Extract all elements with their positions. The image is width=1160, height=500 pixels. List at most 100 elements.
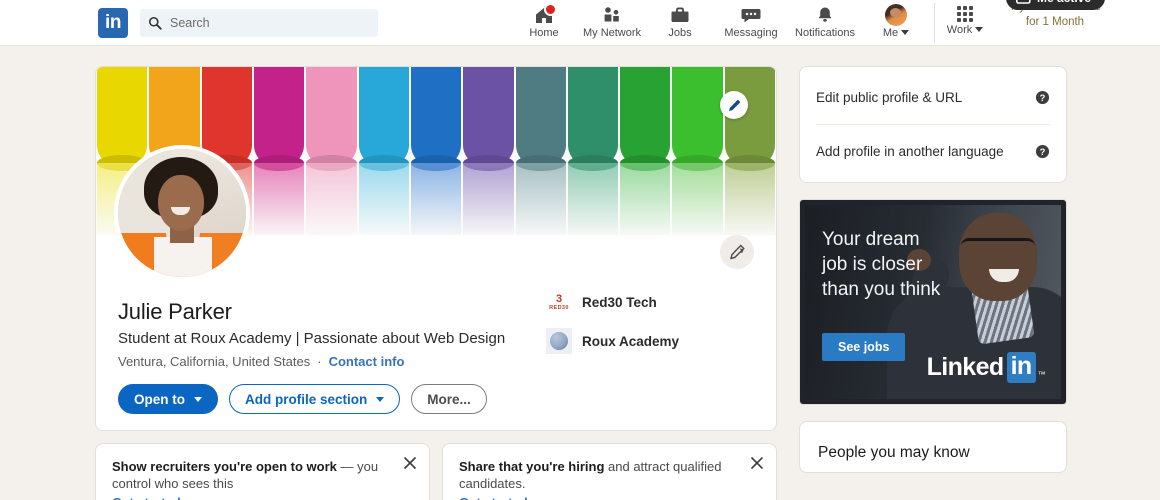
home-icon-box xyxy=(510,3,578,26)
chalk-streak-10 xyxy=(620,163,671,239)
network-icon-box xyxy=(578,4,646,26)
active-status-pill: Me active xyxy=(1005,0,1105,10)
chalk-stick-3 xyxy=(253,67,305,167)
get-started-link[interactable]: Get started xyxy=(112,495,181,500)
promo-cards-row: Show recruiters you're open to work — yo… xyxy=(95,443,777,500)
chalk-stick-6 xyxy=(410,67,462,167)
chalk-streak-8 xyxy=(515,163,566,239)
get-started-link[interactable]: Get started xyxy=(459,495,528,500)
pencil-icon xyxy=(728,99,740,111)
linkedin-ad-logo: Linked in ™ xyxy=(926,352,1046,383)
edit-profile-button[interactable] xyxy=(720,235,754,269)
organization-red30-tech[interactable]: 3 RED30 Red30 Tech xyxy=(546,289,756,315)
main-column: Julie Parker Student at Roux Academy | P… xyxy=(95,66,777,500)
promo-card-hiring: Share that you're hiring and attract qua… xyxy=(442,443,777,500)
top-navigation-bar: in Home xyxy=(0,0,1160,46)
person-icon xyxy=(1015,0,1031,4)
promo-text: Share that you're hiring and attract qua… xyxy=(459,458,760,492)
avatar-icon xyxy=(885,4,907,26)
ad-logo-in: in xyxy=(1006,352,1036,383)
organization-name: Roux Academy xyxy=(582,333,680,349)
nav-label-jobs: Jobs xyxy=(668,27,692,39)
help-circle-icon[interactable]: ? xyxy=(1035,144,1050,159)
promo-bold-text: Share that you're hiring xyxy=(459,459,605,474)
close-icon[interactable] xyxy=(402,455,418,471)
red30-mark: 3 xyxy=(555,292,563,305)
edit-public-profile-row[interactable]: Edit public profile & URL ? xyxy=(816,71,1050,124)
help-circle-icon[interactable]: ? xyxy=(1035,90,1050,105)
search-icon xyxy=(148,16,162,30)
chalk-streak-3 xyxy=(253,163,305,239)
network-icon xyxy=(604,7,619,22)
chalk-streak-11 xyxy=(672,163,723,239)
search-box[interactable] xyxy=(140,8,378,37)
nav-label-me: Me xyxy=(862,27,930,39)
chalk-stick-7 xyxy=(463,67,514,167)
chalk-streak-7 xyxy=(463,163,514,239)
red30-logo-icon: 3 RED30 xyxy=(546,289,572,315)
bell-icon xyxy=(818,7,832,22)
ad-logo-text: Linked xyxy=(926,353,1005,381)
svg-text:?: ? xyxy=(1040,93,1046,103)
chalk-streak-5 xyxy=(358,163,409,239)
ad-person-glasses xyxy=(961,238,1035,253)
chevron-down-icon xyxy=(901,30,910,35)
add-profile-section-button[interactable]: Add profile section xyxy=(229,384,401,414)
add-profile-language-label: Add profile in another language xyxy=(816,144,1004,159)
red30-wordmark: RED30 xyxy=(549,304,569,311)
chalk-streak-12 xyxy=(724,163,776,239)
ad-inner: Your dream job is closer than you think … xyxy=(805,205,1061,399)
open-to-button[interactable]: Open to xyxy=(118,384,218,414)
close-icon[interactable] xyxy=(749,455,765,471)
briefcase-icon-box xyxy=(646,4,714,26)
chalk-stick-11 xyxy=(672,67,723,167)
promo-bold-text: Show recruiters you're open to work xyxy=(112,459,337,474)
chalk-stick-4 xyxy=(306,67,357,167)
promo-text: Show recruiters you're open to work — yo… xyxy=(112,458,413,492)
chalk-stick-9 xyxy=(567,67,619,167)
nav-item-messaging[interactable]: Messaging xyxy=(714,0,788,39)
avatar-face xyxy=(158,175,204,231)
edit-cover-photo-button[interactable] xyxy=(720,91,748,119)
search-input[interactable] xyxy=(170,15,360,30)
chalk-stick-5 xyxy=(358,67,409,167)
chevron-down-icon xyxy=(376,396,385,402)
nav-divider xyxy=(934,3,935,43)
nav-label-home: Home xyxy=(529,27,559,39)
svg-text:?: ? xyxy=(1040,147,1046,157)
nav-label-me-text: Me xyxy=(882,27,899,39)
chalk-streak-6 xyxy=(410,163,462,239)
chalk-streak-9 xyxy=(567,163,619,239)
add-profile-section-label: Add profile section xyxy=(245,391,368,407)
nav-item-me[interactable]: Me xyxy=(862,0,930,39)
contact-info-link[interactable]: Contact info xyxy=(329,354,405,369)
nav-item-notifications[interactable]: Notifications xyxy=(788,0,862,39)
sidebar-column: Edit public profile & URL ? Add profile … xyxy=(799,66,1067,500)
profile-organizations: 3 RED30 Red30 Tech Roux Academy xyxy=(546,289,756,367)
nav-item-my-network[interactable]: My Network xyxy=(578,0,646,39)
advertisement-card[interactable]: Your dream job is closer than you think … xyxy=(799,199,1067,405)
roux-logo-icon xyxy=(546,328,572,354)
pymk-title: People you may know xyxy=(818,444,970,461)
chalk-streak-4 xyxy=(306,163,357,239)
open-to-label: Open to xyxy=(134,391,185,407)
profile-photo[interactable] xyxy=(114,145,250,281)
premium-line-2: for 1 Month xyxy=(1025,16,1085,28)
organization-name: Red30 Tech xyxy=(582,294,657,310)
location-separator: · xyxy=(317,354,322,369)
nav-label-my-network: My Network xyxy=(582,27,642,39)
ad-person-head xyxy=(959,213,1037,301)
linkedin-logo-icon[interactable]: in xyxy=(98,7,128,38)
me-avatar-box xyxy=(862,4,930,26)
home-notification-badge xyxy=(544,3,557,16)
profile-action-buttons: Open to Add profile section More... xyxy=(118,384,754,414)
more-button[interactable]: More... xyxy=(411,384,487,414)
nav-item-home[interactable]: Home xyxy=(510,0,578,39)
organization-roux-academy[interactable]: Roux Academy xyxy=(546,328,756,354)
see-jobs-button[interactable]: See jobs xyxy=(822,333,906,361)
nav-item-work[interactable]: Work xyxy=(937,0,993,36)
profile-info: Julie Parker Student at Roux Academy | P… xyxy=(96,145,776,430)
more-label: More... xyxy=(427,391,471,407)
add-profile-language-row[interactable]: Add profile in another language ? xyxy=(816,124,1050,178)
nav-item-jobs[interactable]: Jobs xyxy=(646,0,714,39)
